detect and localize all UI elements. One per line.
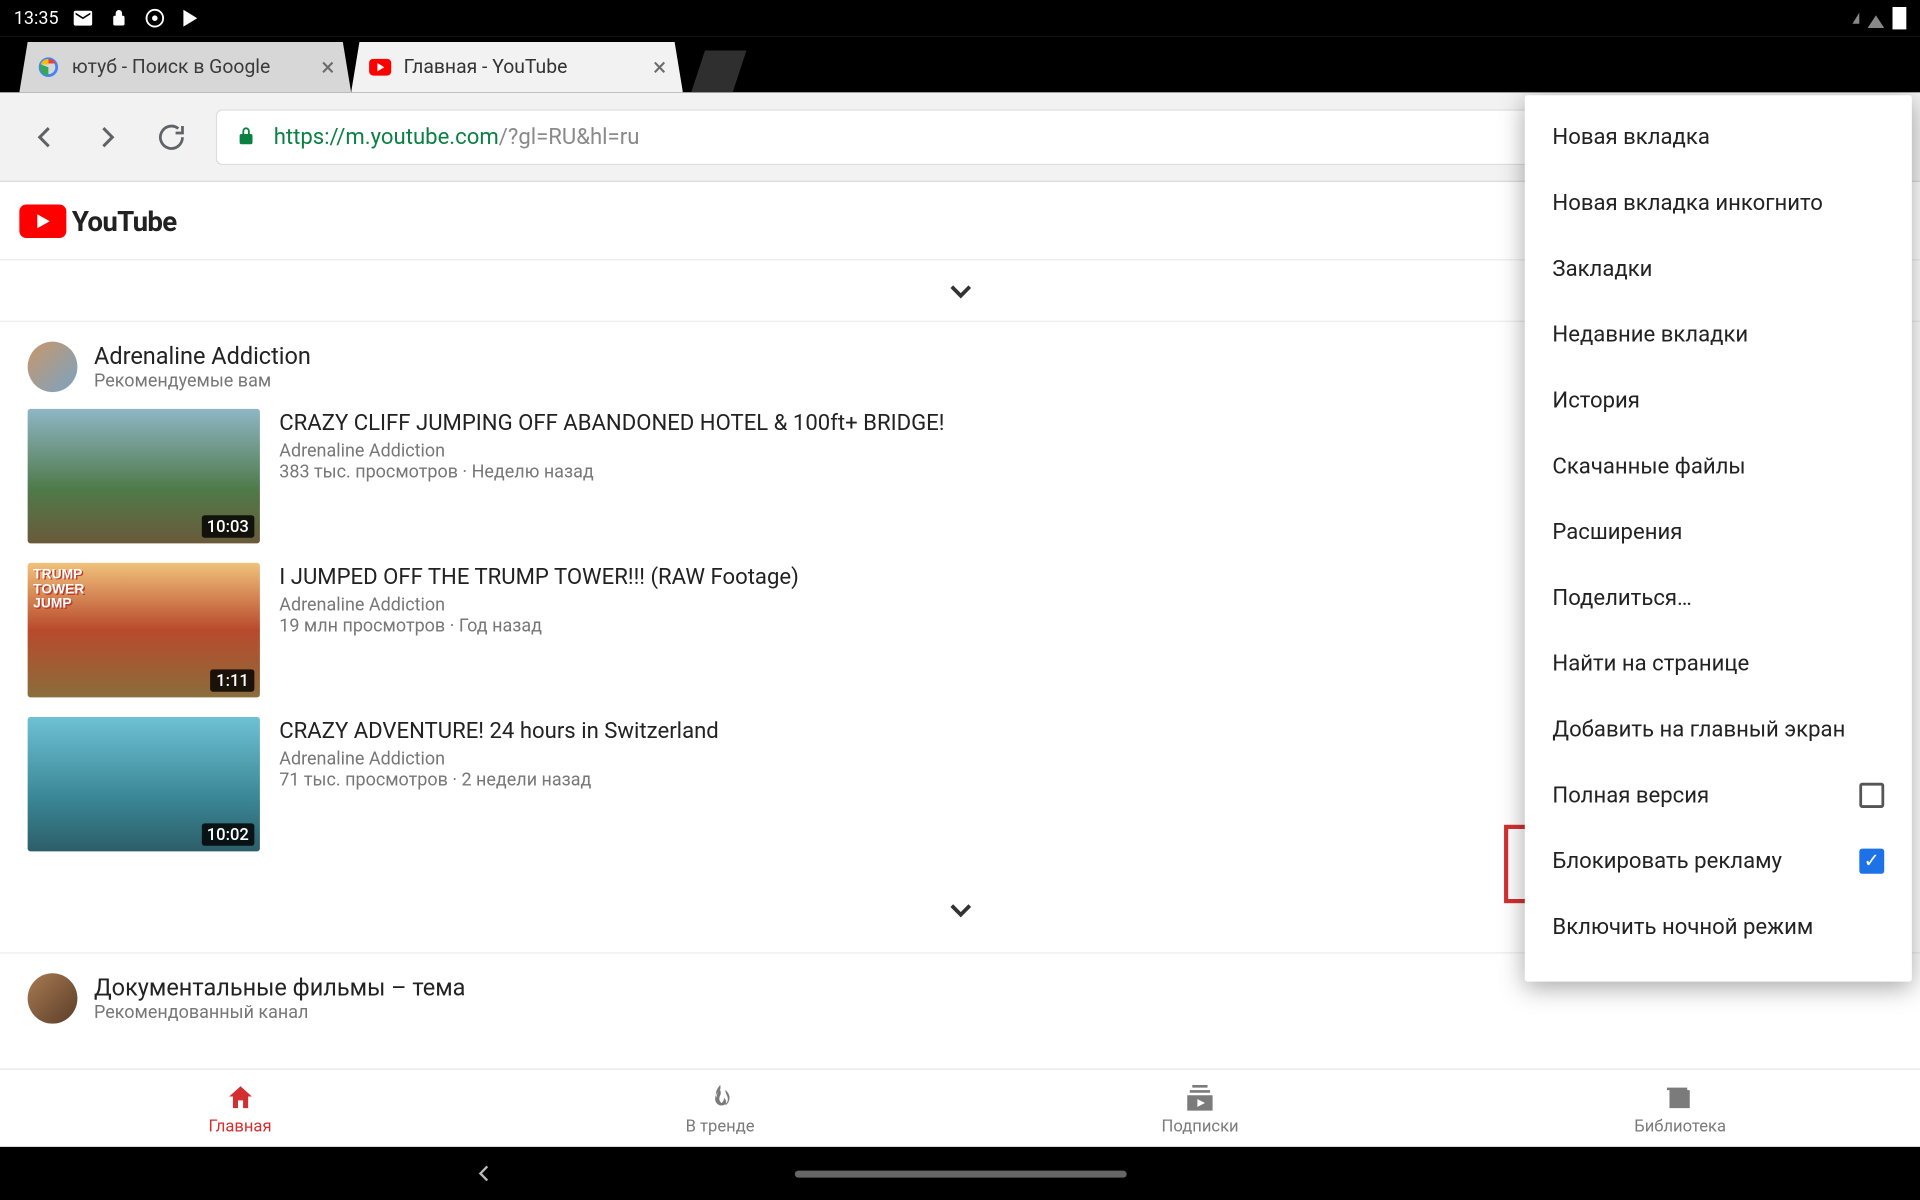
nav-trending[interactable]: В тренде (480, 1070, 960, 1147)
gmail-icon (72, 7, 94, 29)
chrome-icon (144, 7, 166, 29)
menu-item-label: Блокировать рекламу (1552, 847, 1782, 874)
new-tab-button[interactable] (691, 50, 746, 92)
browser-overflow-menu: Новая вкладка Новая вкладка инкогнито Закл… (1525, 95, 1912, 981)
home-icon (225, 1082, 255, 1113)
menu-item[interactable]: Новая вкладка (1525, 104, 1912, 170)
video-meta: 71 тыс. просмотров · 2 недели назад (279, 770, 719, 791)
youtube-favicon-icon (368, 55, 393, 80)
menu-item[interactable] (1525, 959, 1912, 973)
nav-label: Подписки (1162, 1115, 1239, 1135)
video-channel: Adrenaline Addiction (279, 595, 799, 616)
channel-avatar (28, 973, 78, 1023)
video-title: CRAZY ADVENTURE! 24 hours in Switzerland (279, 717, 719, 744)
channel-name: Adrenaline Addiction (94, 342, 311, 370)
video-channel: Adrenaline Addiction (279, 749, 719, 770)
menu-item-label: Полная версия (1552, 781, 1709, 808)
wifi-icon (1868, 15, 1885, 28)
signal-icon (1852, 13, 1859, 24)
nav-library[interactable]: Библиотека (1440, 1070, 1920, 1147)
menu-item-label: Закладки (1552, 255, 1652, 282)
menu-item-label: Новая вкладка (1552, 123, 1709, 150)
video-thumbnail: TRUMP TOWER JUMP 1:11 (28, 563, 260, 697)
browser-tab[interactable]: ютуб - Поиск в Google × (19, 42, 351, 92)
play-store-icon (180, 7, 202, 29)
checkbox-icon[interactable] (1859, 782, 1884, 807)
nav-subscriptions[interactable]: Подписки (960, 1070, 1440, 1147)
google-favicon-icon (36, 55, 61, 80)
video-title: I JUMPED OFF THE TRUMP TOWER!!! (RAW Foo… (279, 563, 799, 590)
back-button[interactable] (25, 117, 64, 156)
android-nav-bar (0, 1147, 1920, 1200)
video-duration: 10:03 (201, 515, 254, 537)
video-duration: 10:02 (201, 823, 254, 845)
menu-item[interactable]: Закладки (1525, 235, 1912, 301)
tab-title: Главная - YouTube (404, 56, 642, 78)
reload-button[interactable] (152, 117, 191, 156)
chevron-down-icon (942, 272, 978, 308)
menu-item[interactable]: Скачанные файлы (1525, 433, 1912, 499)
nav-label: Главная (208, 1115, 271, 1135)
video-thumbnail: 10:03 (28, 409, 260, 543)
video-meta: 19 млн просмотров · Год назад (279, 616, 799, 637)
channel-avatar (28, 342, 78, 392)
menu-item[interactable]: Недавние вкладки (1525, 301, 1912, 367)
library-icon (1665, 1082, 1695, 1113)
video-title: CRAZY CLIFF JUMPING OFF ABANDONED HOTEL … (279, 409, 944, 436)
nav-label: В тренде (686, 1115, 755, 1135)
battery-icon (1893, 7, 1907, 29)
menu-item[interactable]: Поделиться… (1525, 564, 1912, 630)
tab-close-icon[interactable]: × (653, 53, 666, 82)
status-time: 13:35 (14, 8, 59, 29)
menu-item[interactable]: Блокировать рекламу (1525, 828, 1912, 894)
menu-item[interactable]: Расширения (1525, 499, 1912, 565)
menu-item[interactable]: Добавить на главный экран (1525, 696, 1912, 762)
menu-item-label: Поделиться… (1552, 584, 1691, 611)
menu-item-label: История (1552, 386, 1639, 413)
thumbnail-overlay-text: TRUMP TOWER JUMP (33, 569, 84, 613)
youtube-bottom-nav: Главная В тренде Подписки Библиотека (0, 1068, 1920, 1146)
lock-icon (235, 124, 260, 149)
menu-item-label: Новая вкладка инкогнито (1552, 189, 1822, 216)
tab-title: ютуб - Поиск в Google (72, 56, 310, 78)
menu-item[interactable]: Полная версия (1525, 762, 1912, 828)
menu-item[interactable]: Найти на странице (1525, 630, 1912, 696)
channel-subtitle: Рекомендуемые вам (94, 370, 311, 391)
nav-label: Библиотека (1634, 1115, 1726, 1135)
browser-tab-strip: ютуб - Поиск в Google × Главная - YouTub… (0, 36, 1920, 92)
fire-icon (705, 1082, 735, 1113)
menu-item-label: Найти на странице (1552, 650, 1749, 677)
menu-item[interactable]: История (1525, 367, 1912, 433)
subscriptions-icon (1185, 1082, 1215, 1113)
video-channel: Adrenaline Addiction (279, 441, 944, 462)
youtube-logo[interactable]: YouTube (19, 204, 176, 238)
checkbox-icon[interactable] (1859, 848, 1884, 873)
video-thumbnail: 10:02 (28, 717, 260, 851)
menu-item[interactable]: Новая вкладка инкогнито (1525, 169, 1912, 235)
video-meta: 383 тыс. просмотров · Неделю назад (279, 462, 944, 483)
android-back-button[interactable] (470, 1159, 498, 1187)
menu-item-label: Включить ночной режим (1552, 913, 1813, 940)
youtube-brand-text: YouTube (72, 204, 177, 238)
menu-item-label: Расширения (1552, 518, 1682, 545)
channel-subtitle: Рекомендованный канал (94, 1002, 465, 1023)
menu-item-label: Добавить на главный экран (1552, 716, 1845, 743)
android-status-bar: 13:35 (0, 0, 1920, 36)
video-duration: 1:11 (211, 669, 255, 691)
youtube-play-icon (19, 204, 66, 238)
password-icon (108, 7, 130, 29)
browser-tab[interactable]: Главная - YouTube × (351, 42, 683, 92)
tab-close-icon[interactable]: × (321, 53, 334, 82)
url-text: https://m.youtube.com/?gl=RU&hl=ru (274, 123, 640, 150)
menu-item-label: Недавние вкладки (1552, 321, 1748, 348)
nav-home[interactable]: Главная (0, 1070, 480, 1147)
menu-item-label: Скачанные файлы (1552, 452, 1745, 479)
menu-item[interactable]: Включить ночной режим (1525, 893, 1912, 959)
channel-name: Документальные фильмы – тема (94, 974, 465, 1002)
forward-button[interactable] (88, 117, 127, 156)
chevron-down-icon (942, 892, 978, 928)
android-home-pill[interactable] (794, 1170, 1126, 1177)
